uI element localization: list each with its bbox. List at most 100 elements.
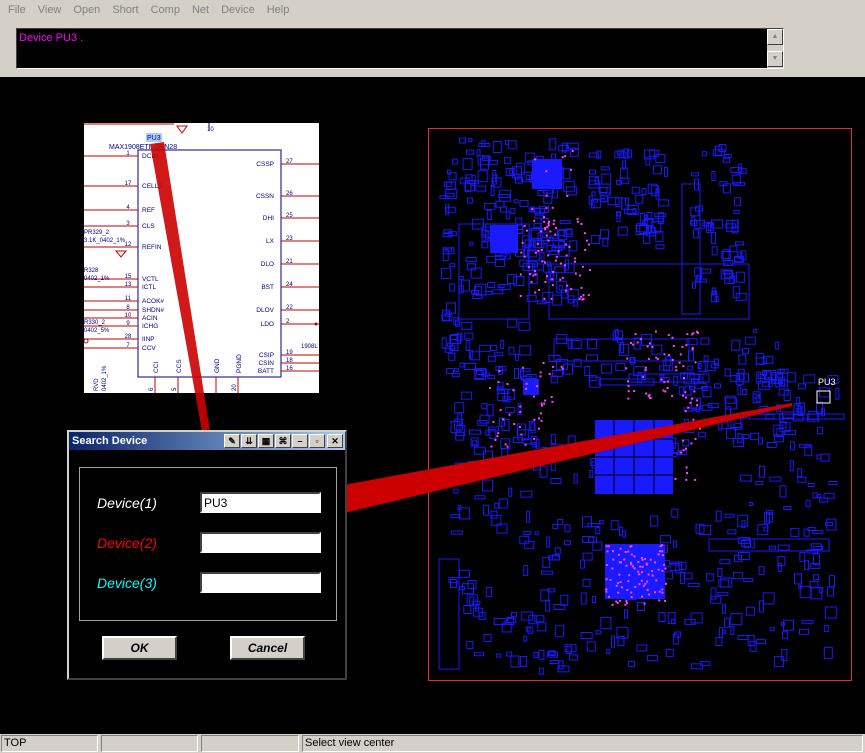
pcb-pin [537,249,540,252]
pcb-component [743,577,754,582]
pcb-pin [494,438,497,441]
pcb-component [478,461,488,473]
pcb-pin [649,558,652,561]
pcb-component [673,375,679,386]
pcb-pin [568,246,571,248]
pcb-component [755,639,766,645]
scroll-up-icon[interactable]: ▲ [767,29,783,45]
schematic-side-label-9: 10 [207,127,214,133]
pcb-pin [625,600,628,603]
pcb-component [487,282,496,288]
pcb-component [758,566,765,576]
minimize-icon[interactable]: – [292,434,308,448]
pcb-board[interactable]: PU3 [428,128,852,681]
pcb-pin [627,380,629,383]
cancel-button[interactable]: Cancel [230,636,305,660]
grid-icon[interactable]: ▦ [258,434,274,448]
pcb-component [494,502,500,509]
pcb-component [718,418,723,431]
pcb-component [692,281,696,289]
pcb-component [816,454,822,460]
pcb-component [673,540,677,548]
device1-input[interactable] [200,492,321,513]
ok-button[interactable]: OK [102,636,177,660]
message-scrollbar[interactable]: ▲ ▼ [767,29,783,68]
pcb-component [523,635,528,642]
device3-input[interactable] [200,572,321,593]
schematic-right-pin-name: CSIN [258,360,274,367]
link-icon[interactable]: ⌘ [275,434,291,448]
pcb-pin [637,560,640,563]
pcb-component [610,520,619,531]
pcb-pin [534,158,537,161]
pcb-pin [619,547,622,550]
pcb-component [671,508,679,518]
pcb-pin [611,567,614,570]
pcb-component [711,171,716,181]
pcb-component [465,257,477,263]
pcb-component [599,187,608,193]
device2-label: Device(2) [97,535,157,551]
pcb-pin [611,603,614,606]
pcb-pin [540,419,543,422]
pcb-pin [550,396,553,398]
menu-help[interactable]: Help [261,0,296,20]
menu-file[interactable]: File [2,0,32,20]
pcb-component [683,572,693,580]
pcb-component [443,181,452,187]
pcb-component [684,385,692,396]
close-icon[interactable]: ✕ [327,434,343,448]
pcb-pin [627,580,630,583]
pcb-component [607,197,620,206]
pcb-pin [671,358,674,361]
pcb-pin [512,389,515,392]
pcb-component [718,144,727,152]
pcb-component [828,481,838,485]
pcb-component [589,469,594,478]
pcb-pin [561,156,564,159]
pcb-pin [655,356,658,359]
pcb-component [671,618,676,624]
pcb-component [567,289,579,301]
pcb-pin [504,443,507,446]
pcb-pin [605,545,608,548]
pcb-component [550,459,556,471]
pcb-component [730,374,739,382]
board-canvas[interactable]: 1 DCIN 17 CELLS 4 REF 3 CLS 12 REFIN 15 VCTL 13 ICTL 1… [0,77,865,734]
pcb-pin [585,239,588,242]
scroll-down-icon[interactable]: ▼ [767,51,783,67]
menu-open[interactable]: Open [67,0,106,20]
pcb-pin [608,595,610,598]
pcb-pin [671,336,674,339]
pcb-component [501,447,509,459]
pcb-component [722,603,727,614]
pcb-pin [543,216,546,219]
pcb-component [727,529,737,535]
pcb-pin [685,344,688,347]
pcb-component [765,414,775,420]
pcb-pin [661,588,664,591]
wrench-icon[interactable]: ✎ [224,434,240,448]
pcb-pin [609,578,612,581]
pcb-component [797,476,807,483]
double-down-icon[interactable]: ⇊ [241,434,257,448]
pcb-component [684,427,695,433]
pcb-component [464,332,474,340]
message-panel: Device PU3 . ▲ ▼ [0,20,865,77]
schematic-left-pin-number: 13 [125,282,132,288]
pcb-component [701,151,707,157]
device2-input[interactable] [200,532,321,553]
pcb-component [687,365,694,371]
pcb-pin [543,220,546,223]
pcb-pin [525,382,528,385]
pcb-pin [547,254,550,257]
menu-device[interactable]: Device [215,0,261,20]
pcb-pin [557,250,560,253]
menu-short[interactable]: Short [106,0,144,20]
menu-comp[interactable]: Comp [145,0,186,20]
menu-view[interactable]: View [32,0,68,20]
menu-bar: File View Open Short Comp Net Device Hel… [0,0,865,20]
restore-icon[interactable]: ▫ [309,434,325,448]
menu-net[interactable]: Net [186,0,215,20]
pcb-component [700,337,710,345]
